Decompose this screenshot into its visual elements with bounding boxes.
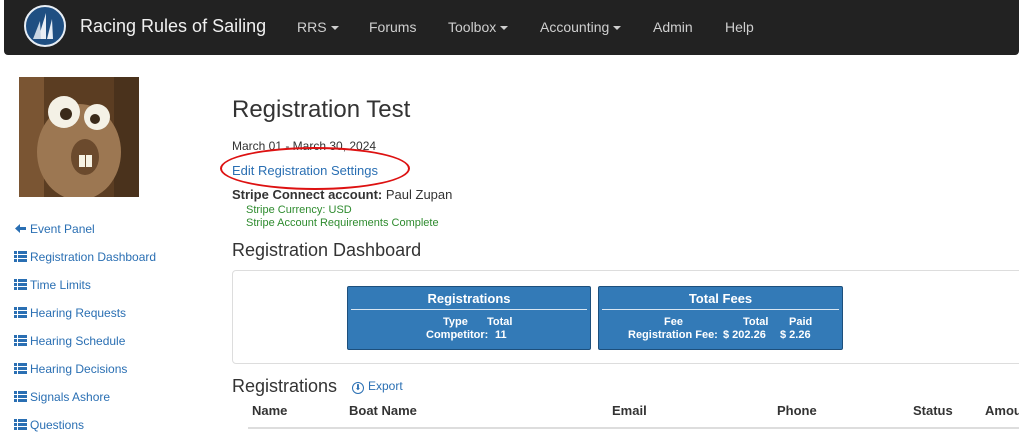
caret-down-icon	[330, 26, 339, 31]
list-icon	[14, 279, 27, 290]
arrow-left-icon	[15, 224, 26, 233]
row-fee-value: Registration Fee:	[628, 329, 718, 341]
stripe-currency: Stripe Currency: USD	[246, 204, 352, 216]
table-header-divider	[248, 427, 1019, 429]
stripe-account-name: Paul Zupan	[385, 187, 453, 202]
sidebar-item-label: Questions	[30, 418, 85, 432]
sidebar-item-event-panel[interactable]: Event Panel	[14, 222, 95, 236]
nav-forums-label: Forums	[369, 19, 417, 35]
nav-admin[interactable]: Admin	[653, 19, 693, 35]
registrations-card-title: Registrations	[427, 291, 511, 306]
table-header-status[interactable]: Status	[913, 403, 953, 418]
total-fees-summary-card: Total Fees Fee Total Paid Registration F…	[598, 286, 843, 350]
sidebar-item-label: Hearing Decisions	[30, 362, 128, 376]
caret-down-icon	[500, 26, 509, 31]
sidebar-item-questions[interactable]: Questions	[14, 418, 84, 432]
sidebar-item-label: Time Limits	[30, 278, 91, 292]
list-icon	[14, 363, 27, 374]
nav-accounting-dropdown[interactable]: Accounting	[540, 19, 622, 35]
export-label: Export	[368, 379, 403, 393]
nav-toolbox-label: Toolbox	[448, 19, 497, 35]
col-total-header: Total	[487, 316, 513, 328]
sidebar-item-registration-dashboard[interactable]: Registration Dashboard	[14, 250, 156, 264]
list-icon	[14, 419, 27, 430]
nav-toolbox-dropdown[interactable]: Toolbox	[448, 19, 509, 35]
stripe-account-info: Stripe Connect account: Paul Zupan	[232, 187, 452, 202]
nav-help-label: Help	[725, 19, 754, 35]
table-header-email[interactable]: Email	[612, 403, 647, 418]
table-header-phone[interactable]: Phone	[777, 403, 817, 418]
download-icon: ⬇	[352, 382, 364, 394]
fees-card-title: Total Fees	[688, 291, 753, 306]
registrations-heading: Registrations	[232, 376, 338, 396]
export-button[interactable]: ⬇ Export	[352, 379, 403, 394]
card-divider	[351, 309, 587, 310]
sidebar-item-signals-ashore[interactable]: Signals Ashore	[14, 390, 110, 404]
nav-accounting-label: Accounting	[540, 19, 610, 35]
list-icon	[14, 251, 27, 262]
caret-down-icon	[613, 26, 622, 31]
list-icon	[14, 391, 27, 402]
stripe-account-label: Stripe Connect account:	[232, 187, 383, 202]
registrations-summary-card: Registrations Type Total Competitor: 11	[347, 286, 591, 350]
nav-admin-label: Admin	[653, 19, 693, 35]
dashboard-heading: Registration Dashboard	[232, 240, 422, 260]
sidebar-item-hearing-schedule[interactable]: Hearing Schedule	[14, 334, 125, 348]
col-paid-header: Paid	[789, 316, 813, 328]
avatar	[19, 77, 139, 197]
page-title: Registration Test	[232, 96, 411, 123]
table-header-boat-name[interactable]: Boat Name	[349, 403, 417, 418]
nav-forums[interactable]: Forums	[369, 19, 416, 35]
sidebar-item-label: Event Panel	[30, 222, 95, 236]
sidebar-item-label: Hearing Requests	[30, 306, 127, 320]
card-divider	[602, 309, 839, 310]
stripe-requirements-status: Stripe Account Requirements Complete	[246, 217, 439, 229]
sidebar-item-label: Hearing Schedule	[30, 334, 126, 348]
sidebar-item-label: Registration Dashboard	[30, 250, 157, 264]
top-navbar: Racing Rules of Sailing RRS Forums Toolb…	[4, 0, 1019, 55]
col-fee-header: Fee	[664, 316, 683, 328]
nav-help[interactable]: Help	[725, 19, 754, 35]
brand-title[interactable]: Racing Rules of Sailing	[80, 16, 266, 37]
row-paid-value: $ 2.26	[780, 329, 811, 341]
table-header-name[interactable]: Name	[252, 403, 287, 418]
sidebar-item-label: Signals Ashore	[30, 390, 111, 404]
row-total-value: $ 202.26	[723, 329, 766, 341]
sidebar-item-time-limits[interactable]: Time Limits	[14, 278, 91, 292]
edit-registration-settings-link[interactable]: Edit Registration Settings	[232, 163, 378, 178]
row-total-value: 11	[495, 329, 507, 341]
table-header-amount[interactable]: Amou	[985, 403, 1019, 418]
sailboat-logo-icon[interactable]	[24, 5, 66, 47]
sidebar-item-hearing-requests[interactable]: Hearing Requests	[14, 306, 126, 320]
nav-rrs-label: RRS	[297, 19, 327, 35]
col-total-header: Total	[743, 316, 769, 328]
row-type-value: Competitor:	[426, 329, 489, 341]
sidebar-item-hearing-decisions[interactable]: Hearing Decisions	[14, 362, 127, 376]
nav-rrs-dropdown[interactable]: RRS	[297, 19, 339, 35]
list-icon	[14, 335, 27, 346]
col-type-header: Type	[443, 316, 468, 328]
list-icon	[14, 307, 27, 318]
